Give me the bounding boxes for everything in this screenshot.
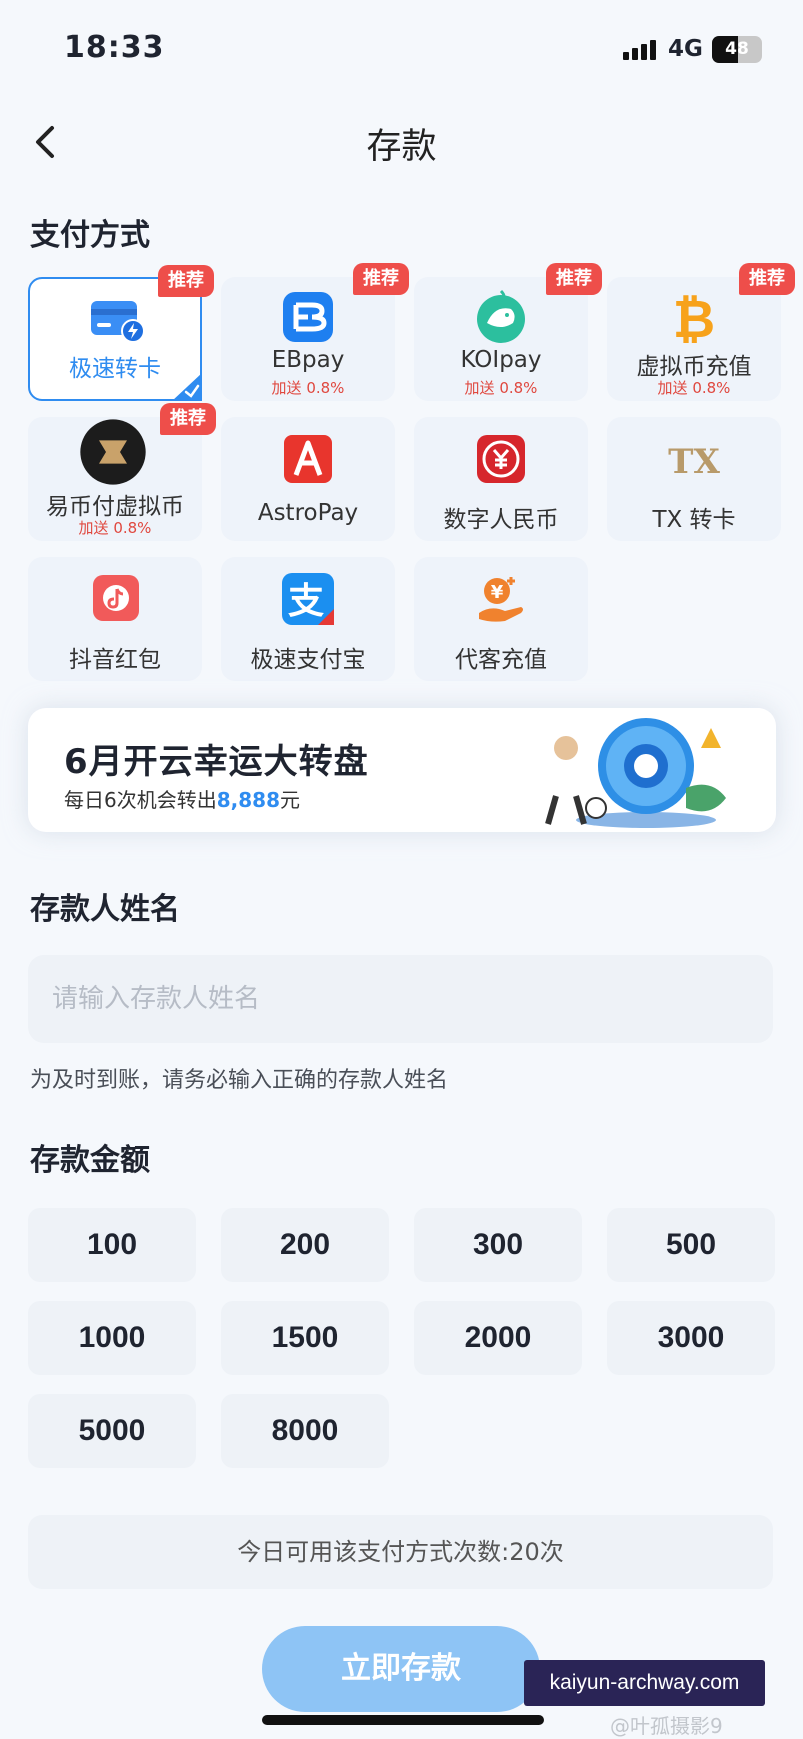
svg-text:支: 支 bbox=[288, 581, 324, 622]
koi-fish-icon bbox=[477, 289, 525, 343]
amount-option-button[interactable]: 1500 bbox=[221, 1301, 389, 1375]
amount-option-button[interactable]: 500 bbox=[607, 1208, 775, 1282]
lucky-wheel-banner[interactable]: 6月开云幸运大转盘 每日6次机会转出8,888元 bbox=[28, 708, 776, 832]
payment-method-label: 代客充值 bbox=[455, 647, 547, 673]
amount-option-button[interactable]: 2000 bbox=[414, 1301, 582, 1375]
yibifu-icon bbox=[80, 419, 146, 485]
payment-method-label: EBpay bbox=[271, 347, 345, 373]
digital-rmb-icon bbox=[477, 435, 525, 483]
amount-option-button[interactable]: 5000 bbox=[28, 1394, 196, 1468]
payment-method-crypto[interactable]: ₿ 虚拟币充值 加送 0.8% 推荐 bbox=[607, 263, 795, 401]
depositor-name-input[interactable] bbox=[28, 955, 773, 1043]
astropay-icon bbox=[284, 435, 332, 483]
selected-check-icon bbox=[172, 373, 202, 401]
amount-option-button[interactable]: 3000 bbox=[607, 1301, 775, 1375]
payment-method-fast-card[interactable]: 极速转卡 推荐 bbox=[28, 265, 214, 401]
bonus-label: 加送 0.8% bbox=[78, 519, 152, 537]
signal-icon bbox=[623, 38, 659, 60]
bonus-label: 加送 0.8% bbox=[464, 379, 538, 397]
recommend-badge: 推荐 bbox=[158, 265, 214, 297]
payment-method-douyin[interactable]: 抖音红包 bbox=[28, 557, 202, 681]
navigation-bar: 存款 bbox=[0, 100, 803, 184]
amount-section-title: 存款金额 bbox=[30, 1143, 150, 1178]
deposit-submit-button[interactable]: 立即存款 bbox=[262, 1626, 540, 1712]
recommend-badge: 推荐 bbox=[546, 263, 602, 295]
bitcoin-icon: ₿ bbox=[673, 290, 715, 347]
svg-text:₿: ₿ bbox=[673, 290, 715, 347]
card-flash-icon bbox=[91, 301, 145, 343]
payment-method-digital-rmb[interactable]: 数字人民币 bbox=[414, 417, 588, 541]
payment-method-astropay[interactable]: AstroPay bbox=[221, 417, 395, 541]
home-indicator bbox=[262, 1715, 544, 1725]
payment-method-koipay[interactable]: KOIpay 加送 0.8% 推荐 bbox=[414, 263, 602, 401]
payment-method-yibifu[interactable]: 易币付虚拟币 加送 0.8% 推荐 bbox=[28, 403, 216, 541]
banner-sub-prefix: 每日6次机会转出 bbox=[64, 788, 217, 812]
payment-method-label: 数字人民币 bbox=[443, 507, 559, 533]
bonus-label: 加送 0.8% bbox=[657, 379, 731, 397]
payment-section-title: 支付方式 bbox=[30, 218, 150, 253]
payment-method-alipay[interactable]: 支 极速支付宝 bbox=[221, 557, 395, 681]
status-bar: 18:33 4G 48 bbox=[0, 0, 803, 100]
banner-sub-amount: 8,888 bbox=[216, 788, 280, 812]
payment-method-agent[interactable]: ¥ 代客充值 bbox=[414, 557, 588, 681]
watermark-site: kaiyun-archway.com bbox=[524, 1660, 765, 1706]
amount-option-button[interactable]: 300 bbox=[414, 1208, 582, 1282]
payment-method-label: TX 转卡 bbox=[652, 507, 736, 533]
battery-level: 48 bbox=[725, 39, 749, 59]
agent-topup-icon: ¥ bbox=[479, 577, 523, 622]
amount-option-button[interactable]: 8000 bbox=[221, 1394, 389, 1468]
payment-method-label: 抖音红包 bbox=[69, 647, 161, 673]
depositor-hint: 为及时到账，请务必输入正确的存款人姓名 bbox=[30, 1068, 449, 1093]
amount-option-button[interactable]: 100 bbox=[28, 1208, 196, 1282]
payment-method-label: 极速支付宝 bbox=[250, 647, 366, 673]
ebpay-icon bbox=[283, 292, 333, 342]
recommend-badge: 推荐 bbox=[160, 403, 216, 435]
banner-title: 6月开云幸运大转盘 bbox=[64, 742, 369, 782]
watermark-author: @叶孤摄影9 bbox=[610, 1714, 723, 1738]
depositor-section-title: 存款人姓名 bbox=[30, 892, 180, 927]
lucky-wheel-illustration bbox=[545, 718, 726, 828]
tx-icon: TX bbox=[668, 442, 720, 482]
status-time: 18:33 bbox=[64, 30, 165, 65]
battery-icon: 48 bbox=[712, 36, 762, 63]
recommend-badge: 推荐 bbox=[739, 263, 795, 295]
payment-method-label: 虚拟币充值 bbox=[636, 354, 752, 380]
recommend-badge: 推荐 bbox=[353, 263, 409, 295]
payment-method-tx[interactable]: TX TX 转卡 bbox=[607, 417, 781, 541]
amount-option-button[interactable]: 1000 bbox=[28, 1301, 196, 1375]
bonus-label: 加送 0.8% bbox=[271, 379, 345, 397]
payment-method-label: 易币付虚拟币 bbox=[46, 494, 184, 520]
amount-option-button[interactable]: 200 bbox=[221, 1208, 389, 1282]
payment-method-label: AstroPay bbox=[257, 500, 359, 526]
banner-sub-suffix: 元 bbox=[280, 788, 300, 812]
svg-text:¥: ¥ bbox=[491, 582, 504, 603]
svg-text:TX: TX bbox=[668, 442, 720, 482]
usage-count-text: 今日可用该支付方式次数:20次 bbox=[28, 1515, 773, 1589]
page-title: 存款 bbox=[366, 127, 437, 167]
network-label: 4G bbox=[668, 36, 703, 62]
alipay-icon: 支 bbox=[282, 573, 334, 625]
payment-method-label: KOIpay bbox=[460, 347, 542, 373]
payment-method-ebpay[interactable]: EBpay 加送 0.8% 推荐 bbox=[221, 263, 409, 401]
banner-subtitle: 每日6次机会转出8,888元 bbox=[64, 784, 300, 813]
douyin-redpacket-icon bbox=[93, 575, 139, 621]
